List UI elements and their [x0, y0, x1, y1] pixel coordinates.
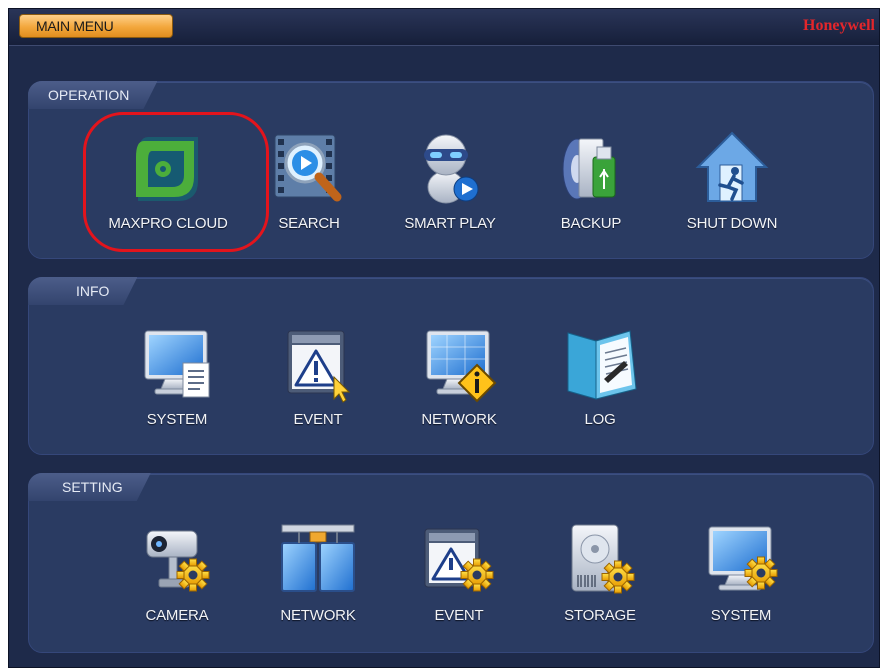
- setting-storage-label: STORAGE: [564, 607, 636, 624]
- info-log-button[interactable]: LOG: [520, 323, 680, 428]
- setting-event-button[interactable]: EVENT: [379, 519, 539, 624]
- maxpro-cloud-icon: [136, 137, 198, 201]
- brand-logo: Honeywell: [803, 17, 875, 34]
- info-network-label: NETWORK: [421, 411, 497, 428]
- info-section: INFO SYSTEM EVENT NETWORK LOG: [28, 277, 874, 455]
- log-icon: [567, 330, 637, 400]
- info-system-label: SYSTEM: [146, 411, 208, 428]
- setting-network-button[interactable]: NETWORK: [238, 519, 398, 624]
- network-info-icon: [426, 330, 497, 403]
- title-bar: MAIN MENU Honeywell: [9, 9, 879, 46]
- storage-settings-icon: [571, 524, 635, 594]
- main-menu-window: MAIN MENU Honeywell OPERATION MAXPRO CLO…: [8, 8, 880, 668]
- main-menu-button[interactable]: MAIN MENU: [19, 14, 173, 38]
- operation-section: OPERATION MAXPRO CLOUD SEARCH SMART PLAY…: [28, 81, 874, 259]
- smart-play-label: SMART PLAY: [404, 215, 496, 232]
- search-icon: [274, 134, 342, 202]
- backup-icon: [562, 138, 616, 200]
- info-event-button[interactable]: EVENT: [238, 323, 398, 428]
- search-label: SEARCH: [278, 215, 340, 232]
- setting-event-label: EVENT: [434, 607, 484, 624]
- backup-label: BACKUP: [560, 215, 622, 232]
- setting-system-label: SYSTEM: [710, 607, 772, 624]
- search-button[interactable]: SEARCH: [229, 127, 389, 232]
- info-log-label: LOG: [584, 411, 616, 428]
- event-settings-icon: [424, 528, 494, 592]
- network-settings-icon: [281, 524, 355, 592]
- system-settings-icon: [708, 526, 778, 591]
- shut-down-icon: [695, 131, 769, 202]
- backup-button[interactable]: BACKUP: [511, 127, 671, 232]
- setting-storage-button[interactable]: STORAGE: [520, 519, 680, 624]
- camera-settings-icon: [146, 530, 210, 592]
- setting-system-button[interactable]: SYSTEM: [661, 519, 821, 624]
- setting-camera-button[interactable]: CAMERA: [97, 519, 257, 624]
- info-event-label: EVENT: [293, 411, 343, 428]
- maxpro-cloud-button[interactable]: MAXPRO CLOUD: [88, 127, 248, 232]
- smart-play-button[interactable]: SMART PLAY: [370, 127, 530, 232]
- info-section-title: INFO: [28, 277, 137, 305]
- system-info-icon: [144, 330, 210, 398]
- setting-section-title: SETTING: [28, 473, 151, 501]
- shut-down-button[interactable]: SHUT DOWN: [652, 127, 812, 232]
- smart-play-icon: [424, 134, 479, 204]
- info-system-button[interactable]: SYSTEM: [97, 323, 257, 428]
- event-info-icon: [287, 330, 351, 403]
- maxpro-cloud-label: MAXPRO CLOUD: [108, 215, 228, 232]
- setting-network-label: NETWORK: [280, 607, 356, 624]
- info-network-button[interactable]: NETWORK: [379, 323, 539, 428]
- shut-down-label: SHUT DOWN: [686, 215, 778, 232]
- operation-section-title: OPERATION: [28, 81, 157, 109]
- setting-camera-label: CAMERA: [145, 607, 209, 624]
- setting-section: SETTING CAMERA NETWORK EVENT STORAGE SYS…: [28, 473, 874, 653]
